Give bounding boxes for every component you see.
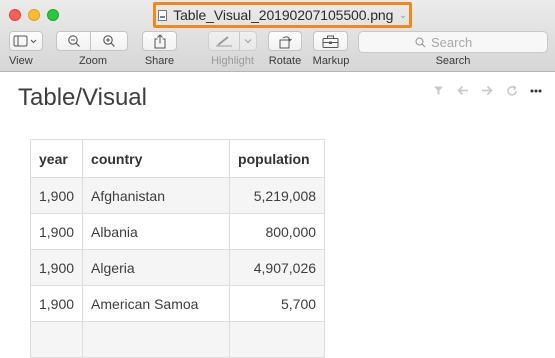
page-title: Table/Visual	[18, 84, 147, 111]
close-window-button[interactable]	[9, 9, 21, 21]
cell-population: 4,907,026	[229, 249, 326, 286]
toolbox-icon	[322, 35, 339, 48]
cell-year: 1,900	[29, 285, 84, 322]
rotate-icon	[279, 35, 292, 48]
table-row: 1,900 American Samoa 5,700	[29, 285, 326, 322]
highlight-label: Highlight	[211, 55, 254, 67]
more-icon[interactable]	[530, 89, 542, 93]
minimize-window-button[interactable]	[28, 9, 40, 21]
data-table: year country population 1,900 Afghanista…	[29, 139, 326, 358]
markup-label: Markup	[312, 55, 350, 67]
cell-country: Albania	[82, 213, 231, 250]
zoom-in-button[interactable]	[90, 31, 128, 51]
column-header-year[interactable]: year	[29, 139, 84, 178]
view-button[interactable]	[9, 31, 43, 51]
table-row: 1,900 Afghanistan 5,219,008	[29, 177, 326, 214]
markup-button[interactable]	[313, 31, 348, 51]
table-header-row: year country population	[29, 139, 326, 178]
cell-country: American Samoa	[82, 285, 231, 322]
share-icon	[154, 33, 165, 48]
cell-population: 5,219,008	[229, 177, 326, 214]
rotate-button[interactable]	[268, 31, 302, 51]
highlighter-icon	[216, 36, 232, 47]
zoom-out-icon	[67, 35, 80, 47]
search-label: Search	[435, 55, 471, 67]
fullscreen-window-button[interactable]	[47, 9, 59, 21]
table-row: 1,900 Albania 800,000	[29, 213, 326, 250]
chevron-down-icon: ⌄	[399, 9, 407, 20]
search-field[interactable]	[358, 31, 548, 53]
filter-icon[interactable]	[433, 85, 444, 96]
column-header-country[interactable]: country	[82, 139, 231, 178]
view-label: View	[9, 55, 33, 67]
rotate-label: Rotate	[268, 55, 302, 67]
search-icon	[415, 36, 426, 47]
refresh-icon[interactable]	[506, 85, 518, 97]
cell-year: 1,900	[29, 213, 84, 250]
cell-country: Algeria	[82, 249, 231, 286]
search-input[interactable]	[431, 34, 491, 50]
back-arrow-icon[interactable]	[457, 85, 469, 96]
cell-population: 5,700	[229, 285, 326, 322]
highlight-menu-button[interactable]	[239, 31, 257, 51]
cell-year: 1,900	[29, 249, 84, 286]
cell-country: Afghanistan	[82, 177, 231, 214]
sidebar-icon	[13, 35, 37, 47]
share-label: Share	[144, 55, 175, 67]
toolbar: Table_Visual_20190207105500.png ⌄ View Z…	[0, 0, 555, 72]
window-title-text: Table_Visual_20190207105500.png	[173, 7, 394, 23]
forward-arrow-icon[interactable]	[481, 85, 493, 96]
zoom-label: Zoom	[78, 55, 108, 67]
column-header-population[interactable]: population	[229, 139, 326, 178]
zoom-in-icon	[103, 35, 115, 47]
highlight-button[interactable]	[208, 31, 240, 51]
cell-population: 800,000	[229, 213, 326, 250]
window-title[interactable]: Table_Visual_20190207105500.png ⌄	[153, 2, 412, 28]
document-icon	[158, 9, 168, 21]
zoom-out-button[interactable]	[56, 31, 91, 51]
cell-year: 1,900	[29, 177, 84, 214]
share-button[interactable]	[142, 31, 177, 51]
table-row: 1,900 Algeria 4,907,026	[29, 249, 326, 286]
chevron-down-icon	[244, 39, 252, 44]
